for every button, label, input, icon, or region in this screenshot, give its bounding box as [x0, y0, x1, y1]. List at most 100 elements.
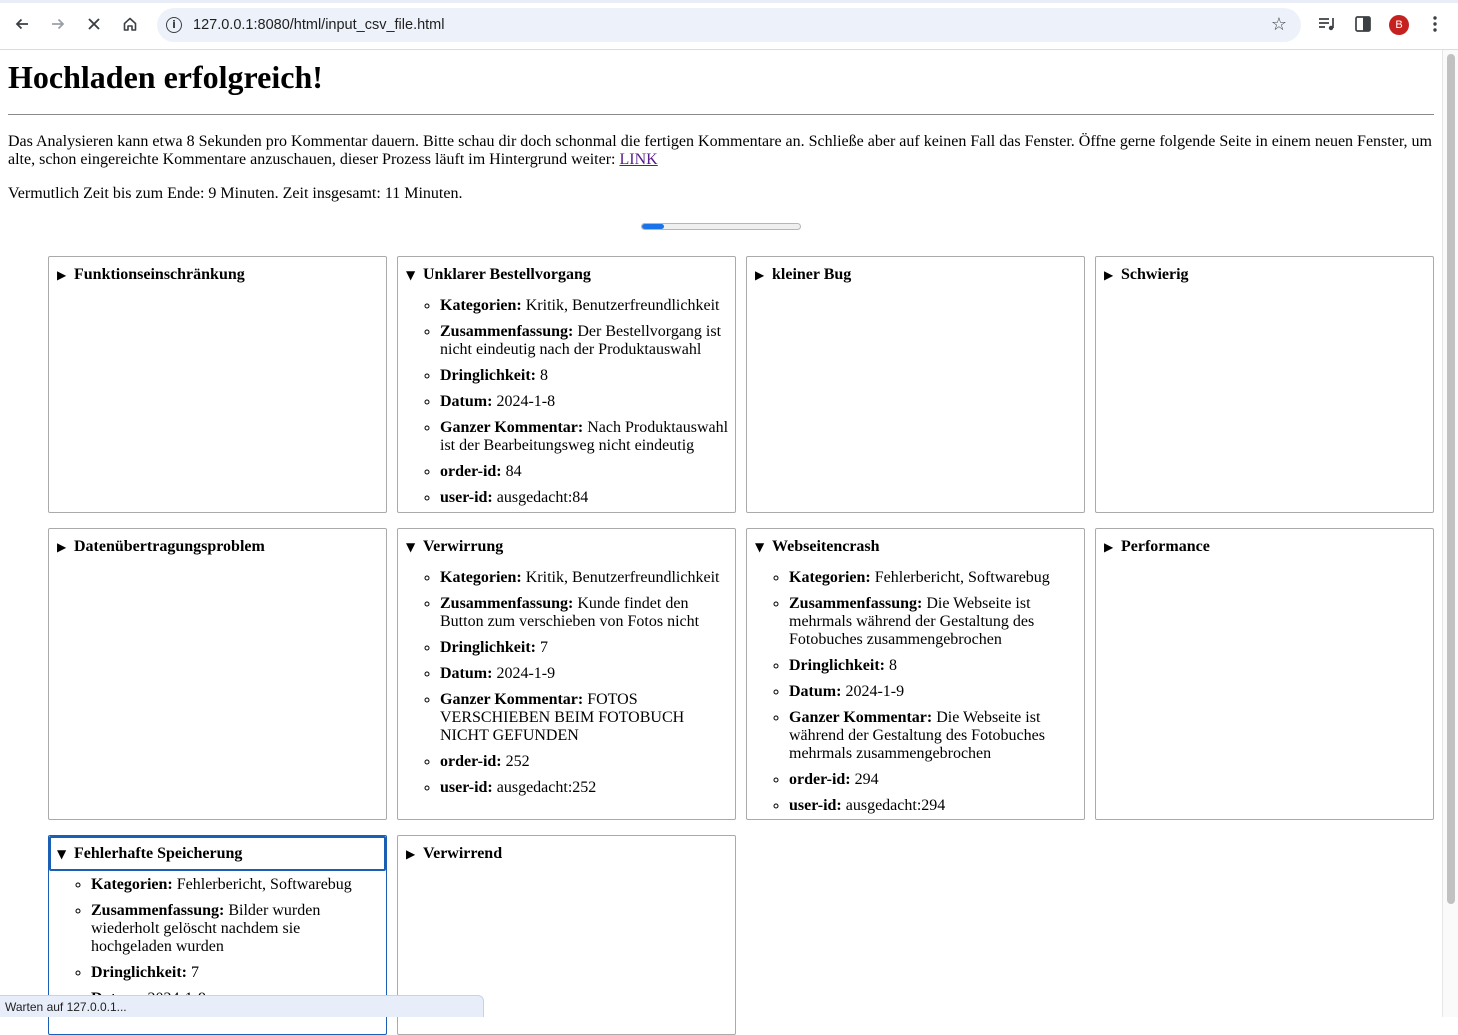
- eta-text: Vermutlich Zeit bis zum Ende: 9 Minuten.…: [8, 185, 463, 202]
- archive-link[interactable]: LINK: [619, 151, 657, 168]
- detail-value: 8: [889, 657, 897, 674]
- card-details-list: Kategorien: Fehlerbericht, Softwarebug Zu…: [747, 569, 1083, 819]
- card-title[interactable]: Verwirrend: [423, 845, 502, 862]
- detail-label: Dringlichkeit:: [440, 367, 536, 384]
- card-summary-toggle[interactable]: ▼ Fehlerhafte Speicherung: [57, 844, 242, 864]
- stop-loading-button[interactable]: [79, 9, 109, 39]
- card-title[interactable]: Webseitencrash: [772, 538, 880, 555]
- card-summary-toggle[interactable]: ▼ Webseitencrash: [755, 537, 880, 557]
- card-summary-toggle[interactable]: ▶ Verwirrend: [406, 844, 502, 864]
- address-bar[interactable]: i 127.0.0.1:8080/html/input_csv_file.htm…: [157, 8, 1301, 42]
- detail-value: 294: [854, 771, 879, 788]
- triangle-right-icon[interactable]: ▶: [1104, 537, 1121, 557]
- card-details-list: Kategorien: Kritik, Benutzerfreundlichke…: [398, 297, 734, 512]
- triangle-right-icon[interactable]: ▶: [406, 844, 423, 864]
- detail-value: Fehlerbericht, Softwarebug: [874, 569, 1050, 586]
- card-summary-toggle[interactable]: ▶ Datenübertragungsproblem: [57, 537, 265, 557]
- detail-order-id: order-id: 84: [440, 463, 734, 481]
- card-summary-toggle[interactable]: ▶ Funktionseinschränkung: [57, 265, 245, 285]
- profile-avatar[interactable]: B: [1389, 15, 1409, 35]
- card-summary-toggle[interactable]: ▶ Schwierig: [1104, 265, 1189, 285]
- comment-card: ▼Webseitencrash Kategorien: Fehlerbericht…: [746, 528, 1085, 820]
- card-title[interactable]: kleiner Bug: [772, 266, 851, 283]
- detail-summary: Zusammenfassung: Die Webseite ist mehrma…: [789, 595, 1083, 649]
- detail-value: ausgedacht:252: [496, 779, 597, 796]
- card-title[interactable]: Unklarer Bestellvorgang: [423, 266, 591, 283]
- comment-card: ▶ Performance: [1095, 528, 1434, 820]
- back-button[interactable]: [7, 9, 37, 39]
- detail-label: order-id:: [789, 771, 851, 788]
- detail-label: Dringlichkeit:: [91, 964, 187, 981]
- card-summary-toggle[interactable]: ▶ Performance: [1104, 537, 1210, 557]
- comment-card: ▶ Datenübertragungsproblem: [48, 528, 387, 820]
- detail-categories: Kategorien: Kritik, Benutzerfreundlichke…: [440, 569, 734, 587]
- detail-user-id: user-id: ausgedacht:294: [789, 797, 1083, 815]
- detail-label: Datum:: [440, 393, 493, 410]
- forward-button[interactable]: [43, 9, 73, 39]
- bookmark-star-icon[interactable]: ☆: [1271, 14, 1287, 35]
- menu-kebab-icon[interactable]: [1424, 13, 1446, 35]
- detail-value: Fehlerbericht, Softwarebug: [176, 876, 352, 893]
- card-title[interactable]: Schwierig: [1121, 266, 1189, 283]
- media-controls-icon[interactable]: [1316, 13, 1338, 35]
- detail-label: Zusammenfassung:: [440, 323, 574, 340]
- detail-categories: Kategorien: Fehlerbericht, Softwarebug: [91, 876, 385, 894]
- triangle-right-icon[interactable]: ▶: [57, 537, 74, 557]
- card-title[interactable]: Performance: [1121, 538, 1210, 555]
- card-title[interactable]: Datenübertragungsproblem: [74, 538, 265, 555]
- detail-label: user-id:: [789, 797, 842, 814]
- detail-label: Dringlichkeit:: [440, 639, 536, 656]
- detail-full-comment: Ganzer Kommentar: FOTOS VERSCHIEBEN BEIM…: [440, 691, 734, 745]
- detail-label: user-id:: [440, 779, 493, 796]
- detail-summary: Zusammenfassung: Kunde findet den Button…: [440, 595, 734, 631]
- triangle-right-icon[interactable]: ▶: [755, 265, 772, 285]
- tab-strip-edge: [0, 0, 1458, 3]
- detail-date: Datum: 2024-1-8: [440, 393, 734, 411]
- divider: [8, 114, 1434, 115]
- detail-label: Datum:: [440, 665, 493, 682]
- card-details-list: Kategorien: Kritik, Benutzerfreundlichke…: [398, 569, 734, 805]
- triangle-right-icon[interactable]: ▶: [1104, 265, 1121, 285]
- card-summary-toggle[interactable]: ▼ Verwirrung: [406, 537, 503, 557]
- triangle-down-icon[interactable]: ▼: [406, 265, 423, 285]
- arrow-right-icon: [52, 18, 65, 30]
- triangle-down-icon[interactable]: ▼: [755, 537, 772, 557]
- scrollbar-thumb[interactable]: [1447, 54, 1455, 904]
- detail-label: user-id:: [440, 489, 493, 506]
- site-info-icon[interactable]: i: [166, 17, 182, 33]
- page-scrollbar[interactable]: [1442, 50, 1458, 1017]
- card-summary-toggle[interactable]: ▼ Unklarer Bestellvorgang: [406, 265, 591, 285]
- detail-label: Zusammenfassung:: [789, 595, 923, 612]
- home-icon: [123, 17, 137, 31]
- card-title[interactable]: Verwirrung: [423, 538, 503, 555]
- detail-full-comment: Ganzer Kommentar: Die Webseite ist währe…: [789, 709, 1083, 763]
- side-panel-icon[interactable]: [1352, 13, 1374, 35]
- detail-summary: Zusammenfassung: Bilder wurden wiederhol…: [91, 902, 385, 956]
- detail-value: 84: [505, 463, 522, 480]
- detail-label: Datum:: [789, 683, 842, 700]
- detail-label: Ganzer Kommentar:: [440, 419, 584, 436]
- detail-summary: Zusammenfassung: Der Bestellvorgang ist …: [440, 323, 734, 359]
- triangle-right-icon[interactable]: ▶: [57, 265, 74, 285]
- progress-bar-fill: [642, 224, 665, 229]
- arrow-left-icon: [15, 18, 28, 30]
- detail-value: Kritik, Benutzerfreundlichkeit: [525, 297, 720, 314]
- detail-value: 8: [540, 367, 548, 384]
- detail-order-id: order-id: 294: [789, 771, 1083, 789]
- comment-card: ▶ Funktionseinschränkung: [48, 256, 387, 513]
- detail-urgency: Dringlichkeit: 7: [91, 964, 385, 982]
- card-summary-toggle[interactable]: ▶ kleiner Bug: [755, 265, 851, 285]
- detail-value: 2024-1-9: [845, 683, 905, 700]
- detail-label: Ganzer Kommentar:: [440, 691, 584, 708]
- detail-user-id: user-id: ausgedacht:252: [440, 779, 734, 797]
- intro-paragraph: Das Analysieren kann etwa 8 Sekunden pro…: [8, 133, 1434, 169]
- triangle-down-icon[interactable]: ▼: [57, 844, 74, 864]
- detail-urgency: Dringlichkeit: 8: [789, 657, 1083, 675]
- comment-card: ▼Unklarer Bestellvorgang Kategorien: Krit…: [397, 256, 736, 513]
- triangle-down-icon[interactable]: ▼: [406, 537, 423, 557]
- card-title[interactable]: Fehlerhafte Speicherung: [74, 845, 242, 862]
- home-button[interactable]: [115, 9, 145, 39]
- card-title[interactable]: Funktionseinschränkung: [74, 266, 245, 283]
- comment-card: ▶ kleiner Bug: [746, 256, 1085, 513]
- address-bar-url[interactable]: 127.0.0.1:8080/html/input_csv_file.html: [193, 8, 444, 42]
